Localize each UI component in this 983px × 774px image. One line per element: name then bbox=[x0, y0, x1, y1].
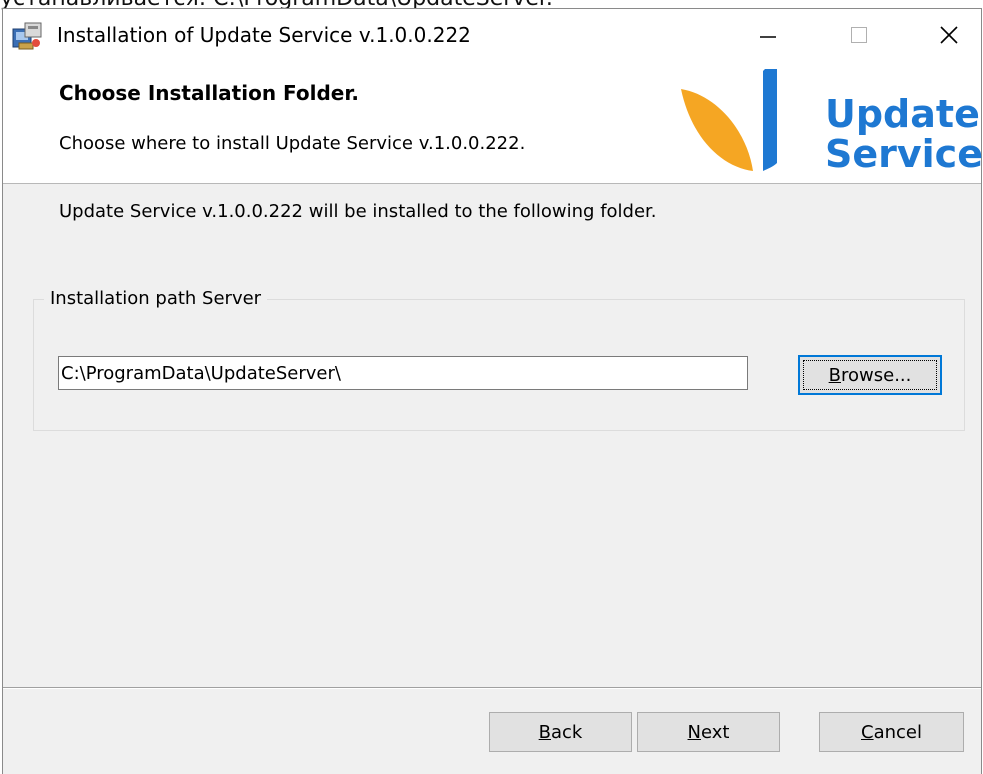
installer-icon bbox=[12, 22, 42, 50]
cancel-button[interactable]: Cancel bbox=[819, 712, 964, 752]
page-title: Choose Installation Folder. bbox=[59, 81, 359, 105]
browse-button[interactable]: Browse... bbox=[798, 355, 942, 395]
footer-divider bbox=[3, 687, 981, 689]
browse-label: Browse... bbox=[828, 364, 912, 386]
next-label: Next bbox=[687, 721, 730, 743]
next-button[interactable]: Next bbox=[637, 712, 780, 752]
minimize-button[interactable] bbox=[738, 9, 798, 61]
group-label: Installation path Server bbox=[44, 288, 268, 309]
installer-window: Installation of Update Service v.1.0.0.2… bbox=[2, 8, 983, 774]
install-path-group: Installation path Server Browse... bbox=[33, 288, 965, 431]
install-intro-text: Update Service v.1.0.0.222 will be insta… bbox=[59, 201, 657, 222]
close-button[interactable] bbox=[919, 9, 979, 61]
minimize-icon bbox=[760, 36, 776, 38]
logo-line-2: Service bbox=[825, 132, 983, 176]
update-service-logo: Update Service bbox=[677, 61, 983, 179]
install-path-input[interactable] bbox=[58, 356, 748, 390]
wizard-header: Choose Installation Folder. Choose where… bbox=[3, 61, 983, 184]
back-button[interactable]: Back bbox=[489, 712, 632, 752]
title-bar[interactable]: Installation of Update Service v.1.0.0.2… bbox=[3, 9, 981, 61]
back-label: Back bbox=[538, 721, 583, 743]
window-title: Installation of Update Service v.1.0.0.2… bbox=[57, 23, 471, 47]
page-subtitle: Choose where to install Update Service v… bbox=[59, 133, 526, 154]
logo-line-1: Update bbox=[825, 92, 980, 136]
maximize-icon bbox=[851, 27, 867, 43]
close-icon bbox=[940, 26, 958, 44]
maximize-button[interactable] bbox=[829, 9, 889, 61]
cancel-label: Cancel bbox=[861, 721, 922, 743]
logo-mark-icon bbox=[681, 69, 777, 171]
